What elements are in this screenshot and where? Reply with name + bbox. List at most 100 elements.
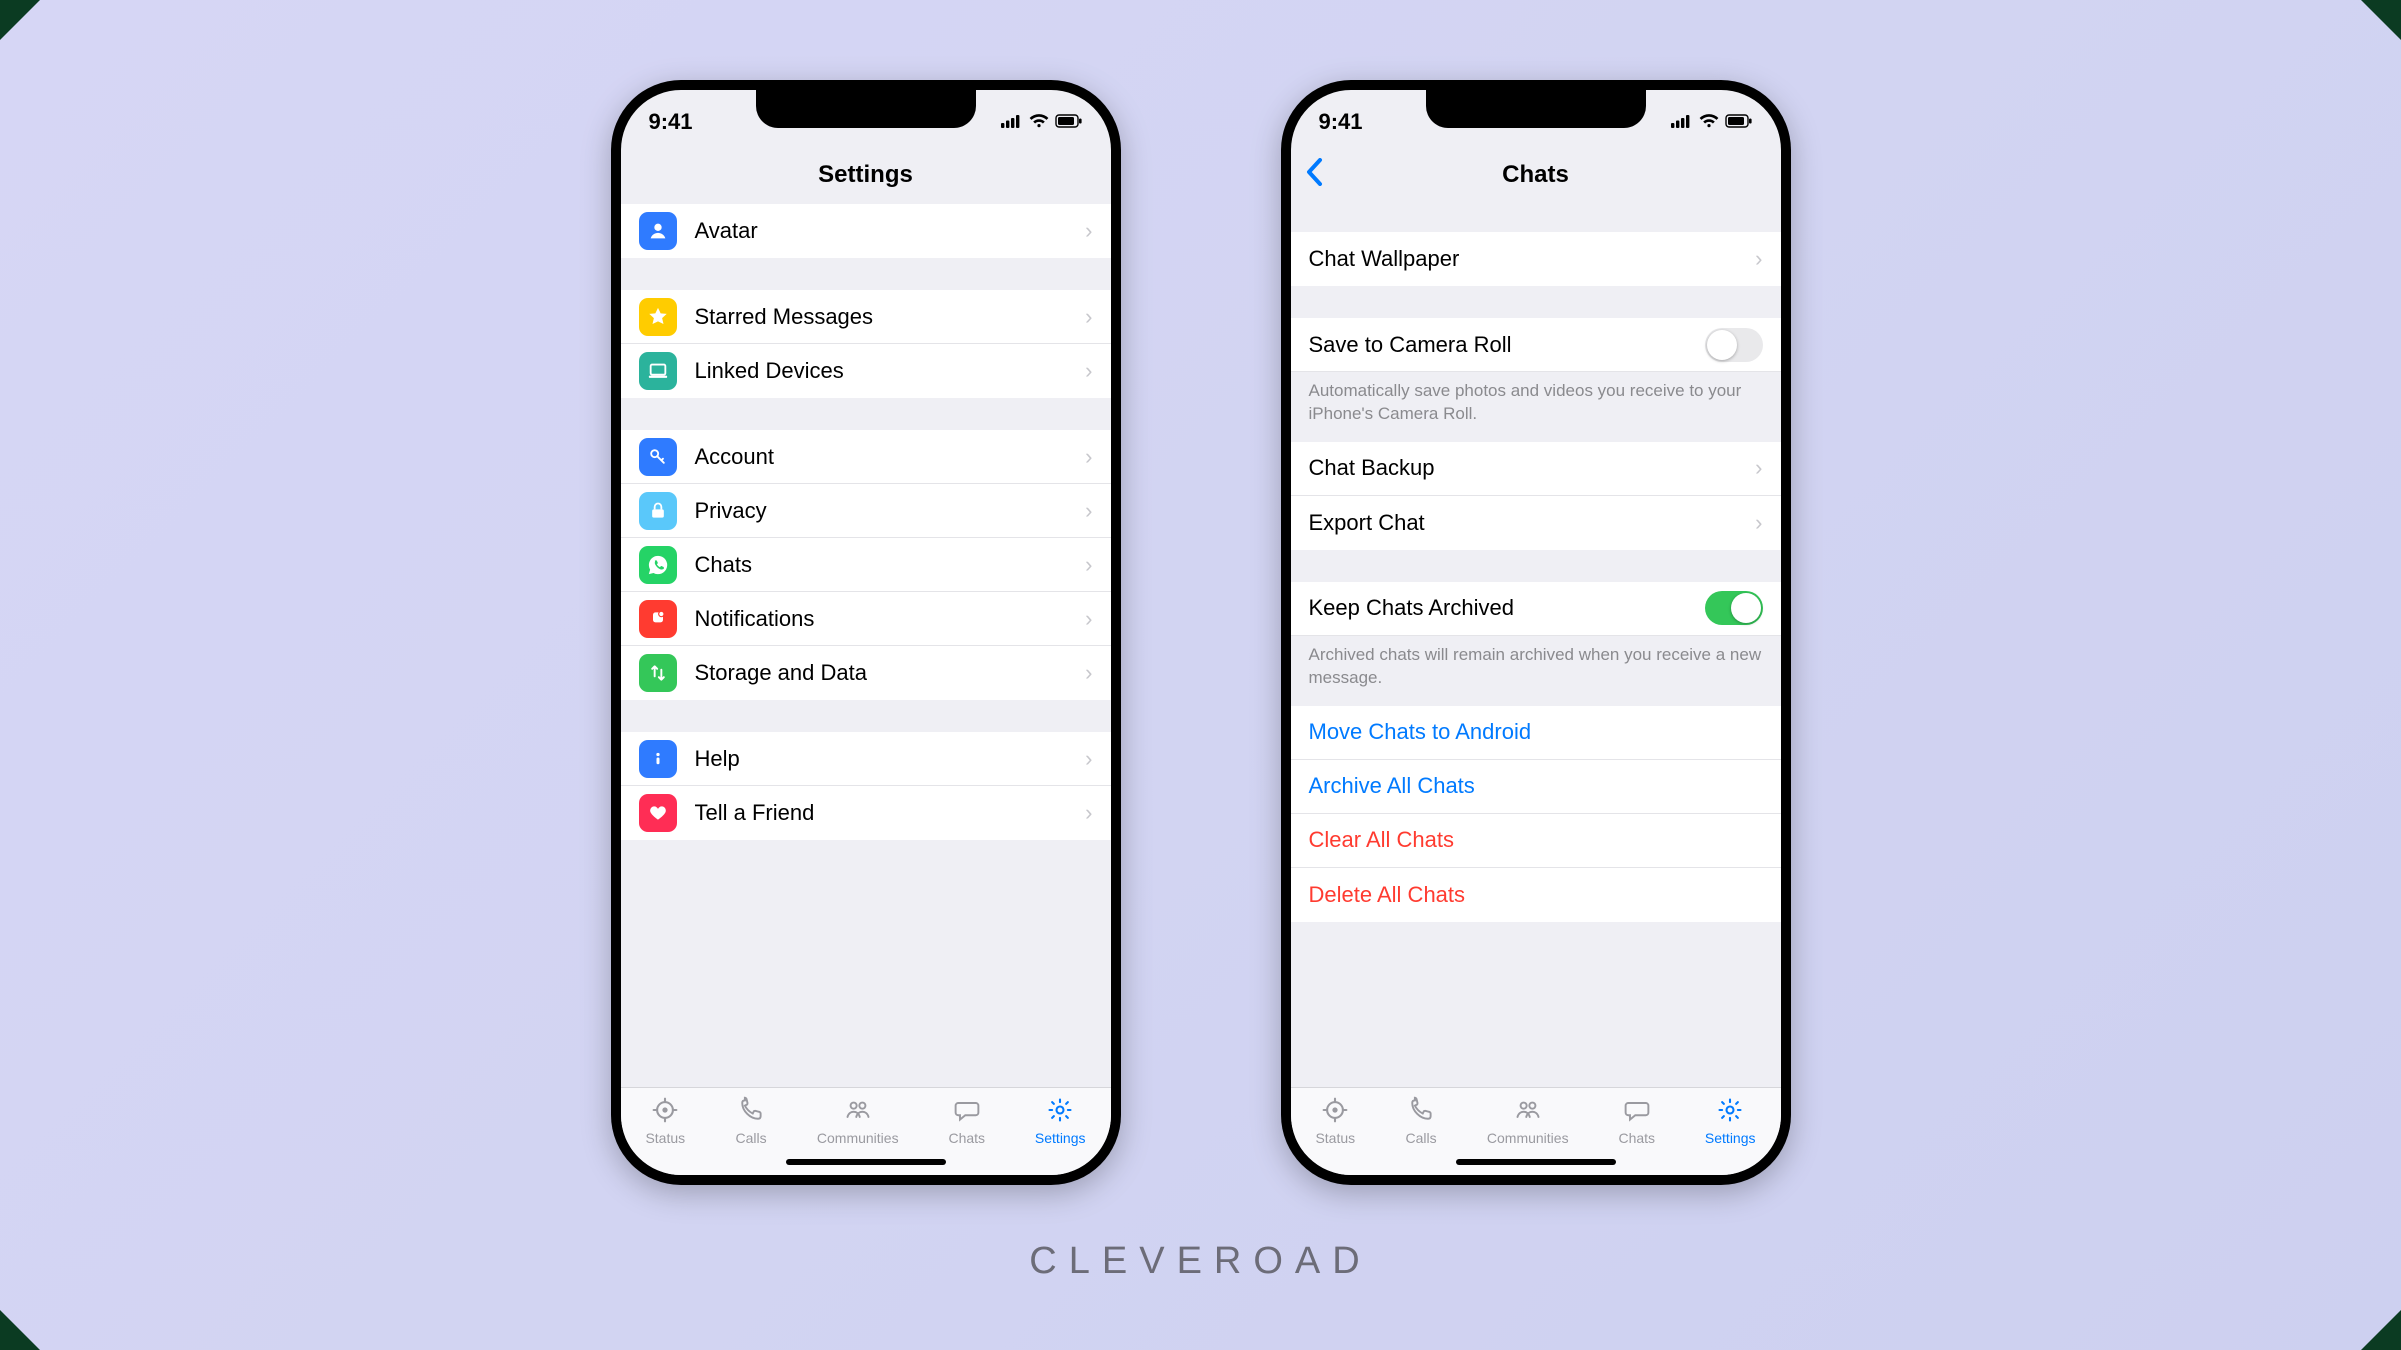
cell-label: Help <box>695 746 740 772</box>
row-save-camera-roll[interactable]: Save to Camera Roll <box>1291 318 1781 372</box>
tab-chats[interactable]: Chats <box>1618 1096 1655 1146</box>
cell-label: Keep Chats Archived <box>1309 595 1514 621</box>
corner-decoration <box>2361 0 2401 40</box>
footer-note: Automatically save photos and videos you… <box>1291 372 1781 426</box>
tab-communities[interactable]: Communities <box>1487 1096 1569 1146</box>
chevron-right-icon: › <box>1085 746 1092 772</box>
row-linked-devices[interactable]: Linked Devices › <box>621 344 1111 398</box>
phone-left: 9:41 Settings <box>611 80 1121 1185</box>
corner-decoration <box>0 0 40 40</box>
tab-label: Calls <box>1405 1130 1436 1146</box>
row-chat-wallpaper[interactable]: Chat Wallpaper › <box>1291 232 1781 286</box>
battery-icon <box>1725 112 1753 133</box>
cell-label: Chat Backup <box>1309 455 1435 481</box>
row-archive-all[interactable]: Archive All Chats <box>1291 760 1781 814</box>
tab-icon <box>951 1096 983 1127</box>
cell-label: Linked Devices <box>695 358 844 384</box>
arrows-icon <box>639 654 677 692</box>
row-avatar[interactable]: Avatar › <box>621 204 1111 258</box>
row-tell-a-friend[interactable]: Tell a Friend › <box>621 786 1111 840</box>
tab-label: Settings <box>1035 1130 1086 1146</box>
row-storage-and-data[interactable]: Storage and Data› <box>621 646 1111 700</box>
chevron-right-icon: › <box>1085 304 1092 330</box>
cell-label: Tell a Friend <box>695 800 815 826</box>
tab-icon <box>1319 1096 1351 1127</box>
cell-label: Notifications <box>695 606 815 632</box>
tab-label: Chats <box>1618 1130 1655 1146</box>
row-chat-backup[interactable]: Chat Backup › <box>1291 442 1781 496</box>
status-time: 9:41 <box>1319 109 1363 135</box>
home-indicator <box>1456 1159 1616 1165</box>
chevron-right-icon: › <box>1085 800 1092 826</box>
whatsapp-icon <box>639 546 677 584</box>
cell-label: Archive All Chats <box>1309 773 1475 799</box>
tab-settings[interactable]: Settings <box>1035 1096 1086 1146</box>
tab-communities[interactable]: Communities <box>817 1096 899 1146</box>
tab-label: Chats <box>948 1130 985 1146</box>
brand-watermark: CLEVEROAD <box>1029 1240 1371 1283</box>
tab-settings[interactable]: Settings <box>1705 1096 1756 1146</box>
corner-decoration <box>2361 1310 2401 1350</box>
cell-label: Privacy <box>695 498 767 524</box>
tab-icon <box>735 1096 767 1127</box>
corner-decoration <box>0 1310 40 1350</box>
row-chats[interactable]: Chats› <box>621 538 1111 592</box>
tab-label: Status <box>645 1130 685 1146</box>
row-notifications[interactable]: Notifications › <box>621 592 1111 646</box>
tab-icon <box>649 1096 681 1127</box>
chevron-right-icon: › <box>1085 218 1092 244</box>
chevron-right-icon: › <box>1085 498 1092 524</box>
tab-icon <box>1621 1096 1653 1127</box>
row-starred-messages[interactable]: Starred Messages › <box>621 290 1111 344</box>
cell-label: Starred Messages <box>695 304 874 330</box>
row-move-android[interactable]: Move Chats to Android <box>1291 706 1781 760</box>
signal-icon <box>1001 112 1023 133</box>
phone-right: 9:41 <box>1281 80 1791 1185</box>
key-icon <box>639 438 677 476</box>
tab-icon <box>1714 1096 1746 1127</box>
chevron-right-icon: › <box>1085 606 1092 632</box>
tab-calls[interactable]: Calls <box>1405 1096 1437 1146</box>
page-title: Settings <box>818 161 913 189</box>
footer-note: Archived chats will remain archived when… <box>1291 636 1781 690</box>
row-help[interactable]: Help › <box>621 732 1111 786</box>
row-account[interactable]: Account› <box>621 430 1111 484</box>
cell-label: Move Chats to Android <box>1309 719 1532 745</box>
chevron-right-icon: › <box>1085 660 1092 686</box>
home-indicator <box>786 1159 946 1165</box>
row-export-chat[interactable]: Export Chat › <box>1291 496 1781 550</box>
chevron-right-icon: › <box>1085 552 1092 578</box>
notch <box>756 90 976 128</box>
heart-icon <box>639 794 677 832</box>
toggle-keep-archived[interactable] <box>1705 591 1763 625</box>
tab-icon <box>1044 1096 1076 1127</box>
cell-label: Export Chat <box>1309 510 1425 536</box>
cell-label: Delete All Chats <box>1309 882 1466 908</box>
bell-icon <box>639 600 677 638</box>
chevron-right-icon: › <box>1755 510 1762 536</box>
tab-chats[interactable]: Chats <box>948 1096 985 1146</box>
back-button[interactable] <box>1305 158 1323 192</box>
cell-label: Avatar <box>695 218 758 244</box>
chevron-right-icon: › <box>1085 358 1092 384</box>
tab-icon <box>1405 1096 1437 1127</box>
laptop-icon <box>639 352 677 390</box>
wifi-icon <box>1699 112 1719 133</box>
row-delete-all[interactable]: Delete All Chats <box>1291 868 1781 922</box>
row-clear-all[interactable]: Clear All Chats <box>1291 814 1781 868</box>
lock-icon <box>639 492 677 530</box>
avatar-icon <box>639 212 677 250</box>
chevron-right-icon: › <box>1755 455 1762 481</box>
toggle-save-camera-roll[interactable] <box>1705 328 1763 362</box>
row-privacy[interactable]: Privacy › <box>621 484 1111 538</box>
notch <box>1426 90 1646 128</box>
status-time: 9:41 <box>649 109 693 135</box>
info-icon <box>639 740 677 778</box>
cell-label: Save to Camera Roll <box>1309 332 1512 358</box>
signal-icon <box>1671 112 1693 133</box>
tab-calls[interactable]: Calls <box>735 1096 767 1146</box>
row-keep-archived[interactable]: Keep Chats Archived <box>1291 582 1781 636</box>
tab-status[interactable]: Status <box>645 1096 685 1146</box>
tab-label: Settings <box>1705 1130 1756 1146</box>
tab-status[interactable]: Status <box>1315 1096 1355 1146</box>
